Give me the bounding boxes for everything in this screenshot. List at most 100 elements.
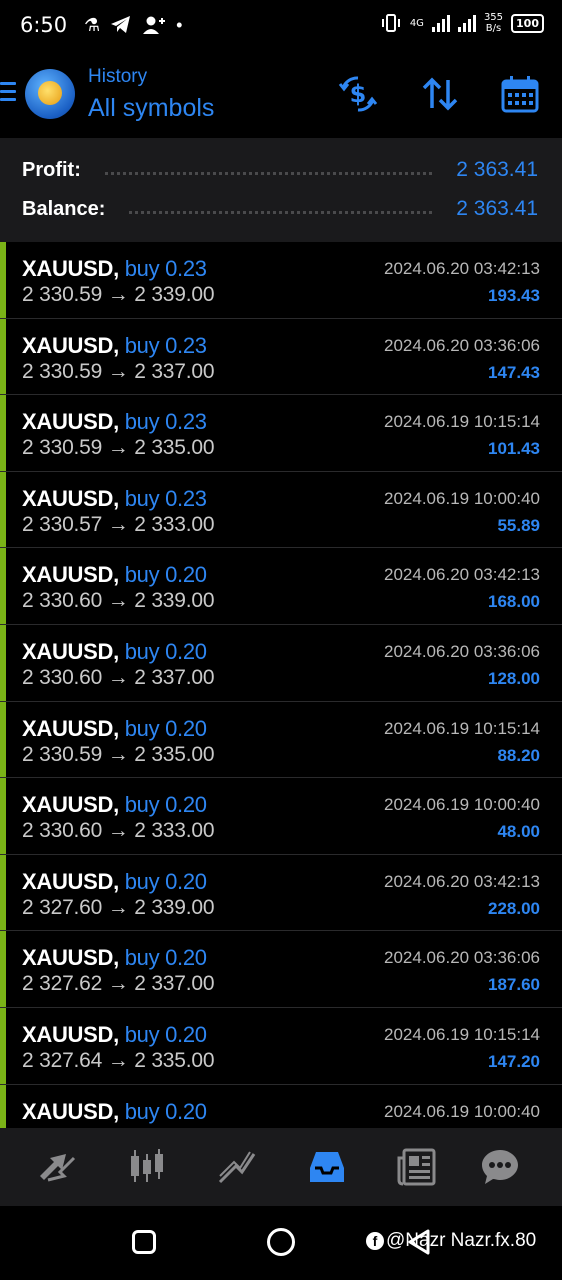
trade-symbol: XAUUSD, buy 0.23 xyxy=(22,333,207,359)
trade-symbol: XAUUSD, buy 0.20 xyxy=(22,1099,207,1125)
trade-datetime: 2024.06.19 10:00:40 xyxy=(384,488,540,508)
trade-row[interactable]: XAUUSD, buy 0.20 2 330.59 → 2 335.00 2024.… xyxy=(0,701,562,779)
app-logo xyxy=(25,69,75,119)
trade-symbol: XAUUSD, buy 0.20 xyxy=(22,792,207,818)
symbol-name: XAUUSD, xyxy=(22,332,119,358)
leader-dots xyxy=(104,165,433,175)
svg-text:$: $ xyxy=(350,80,367,108)
trade-symbol: XAUUSD, buy 0.20 xyxy=(22,945,207,971)
news-icon[interactable] xyxy=(395,1146,439,1188)
facebook-icon: f xyxy=(366,1232,384,1250)
symbol-name: XAUUSD, xyxy=(22,1021,119,1047)
battery-icon: 100 xyxy=(511,13,544,33)
telegram-icon xyxy=(111,16,131,33)
trade-symbol: XAUUSD, buy 0.23 xyxy=(22,409,207,435)
balance-label: Balance: xyxy=(22,197,106,220)
trade-prices: 2 330.60 → 2 333.00 xyxy=(22,819,215,843)
symbol-name: XAUUSD, xyxy=(22,485,119,511)
trade-profit: 187.60 xyxy=(488,975,540,995)
currency-exchange-icon[interactable]: $ xyxy=(338,74,378,114)
trade-profit: 48.00 xyxy=(497,822,540,842)
trade-symbol: XAUUSD, buy 0.20 xyxy=(22,869,207,895)
vibrate-icon xyxy=(381,14,400,32)
trade-row[interactable]: XAUUSD, buy 0.23 2 330.59 → 2 337.00 2024.… xyxy=(0,318,562,396)
watermark-text: @Nazr Nazr.fx.80 xyxy=(386,1230,537,1251)
trade-datetime: 2024.06.19 10:00:40 xyxy=(384,795,540,815)
signal-strength-icon xyxy=(431,14,450,32)
lab-flask-icon: ⚗ xyxy=(84,15,101,35)
symbol-name: XAUUSD, xyxy=(22,562,119,588)
buy-indicator-bar xyxy=(0,242,6,318)
symbol-name: XAUUSD, xyxy=(22,1098,119,1124)
trade-prices: 2 330.60 → 2 337.00 xyxy=(22,665,215,689)
trade-row[interactable]: XAUUSD, buy 0.23 2 330.59 → 2 339.00 2024.… xyxy=(0,242,562,319)
trade-row[interactable]: XAUUSD, buy 0.23 2 330.59 → 2 335.00 2024.… xyxy=(0,395,562,472)
calendar-icon[interactable] xyxy=(500,74,540,114)
balance-value: 2 363.41 xyxy=(456,197,538,220)
buy-indicator-bar xyxy=(0,854,6,931)
trade-row[interactable]: XAUUSD, buy 0.20 2024.06.19 10:00:40 xyxy=(0,1084,562,1128)
buy-indicator-bar xyxy=(0,701,6,778)
trade-icon[interactable] xyxy=(215,1146,259,1188)
trade-datetime: 2024.06.20 03:42:13 xyxy=(384,565,540,585)
buy-indicator-bar xyxy=(0,931,6,1007)
trade-symbol: XAUUSD, buy 0.20 xyxy=(22,1022,207,1048)
profit-row: Profit: 2 363.41 xyxy=(22,155,538,185)
trade-datetime: 2024.06.20 03:36:06 xyxy=(384,335,540,355)
trade-direction: buy 0.20 xyxy=(124,638,207,664)
trade-row[interactable]: XAUUSD, buy 0.20 2 327.60 → 2 339.00 2024.… xyxy=(0,854,562,932)
trade-profit: 128.00 xyxy=(488,668,540,688)
trade-row[interactable]: XAUUSD, buy 0.20 2 330.60 → 2 337.00 2024.… xyxy=(0,624,562,702)
trade-prices: 2 327.60 → 2 339.00 xyxy=(22,895,215,919)
trade-prices: 2 330.59 → 2 339.00 xyxy=(22,283,215,306)
trade-datetime: 2024.06.19 10:15:14 xyxy=(384,1024,540,1044)
trade-prices: 2 330.60 → 2 339.00 xyxy=(22,589,215,613)
home-button[interactable] xyxy=(267,1228,295,1256)
quotes-icon[interactable] xyxy=(35,1146,79,1188)
trade-direction: buy 0.20 xyxy=(124,792,207,818)
trade-profit: 147.20 xyxy=(488,1051,540,1071)
app-header: History All symbols $ xyxy=(0,52,562,138)
symbol-name: XAUUSD, xyxy=(22,256,119,281)
trade-direction: buy 0.23 xyxy=(124,485,207,511)
trade-direction: buy 0.23 xyxy=(124,409,207,435)
buy-indicator-bar xyxy=(0,318,6,395)
trade-direction: buy 0.20 xyxy=(124,868,207,894)
trade-row[interactable]: XAUUSD, buy 0.20 2 330.60 → 2 333.00 2024.… xyxy=(0,778,562,855)
trade-datetime: 2024.06.20 03:42:13 xyxy=(384,871,540,891)
trade-profit: 101.43 xyxy=(488,439,540,459)
trade-datetime: 2024.06.20 03:36:06 xyxy=(384,641,540,661)
buy-indicator-bar xyxy=(0,1007,6,1084)
page-title[interactable]: All symbols xyxy=(88,94,214,123)
bottom-navigation xyxy=(0,1128,562,1206)
buy-indicator-bar xyxy=(0,778,6,854)
trade-symbol: XAUUSD, buy 0.20 xyxy=(22,716,207,742)
trade-datetime: 2024.06.20 03:42:13 xyxy=(384,259,540,278)
trade-row[interactable]: XAUUSD, buy 0.20 2 330.60 → 2 339.00 2024.… xyxy=(0,548,562,625)
trade-direction: buy 0.23 xyxy=(124,256,207,281)
status-bar: 6:50 ⚗ • 4G 355 B/s 100 xyxy=(0,0,562,52)
profit-value: 2 363.41 xyxy=(456,158,538,181)
symbol-name: XAUUSD, xyxy=(22,409,119,435)
buy-indicator-bar xyxy=(0,1084,6,1128)
trade-datetime: 2024.06.20 03:36:06 xyxy=(384,948,540,968)
menu-icon[interactable] xyxy=(0,82,16,104)
trade-direction: buy 0.20 xyxy=(124,1098,207,1124)
notification-dot-icon: • xyxy=(176,15,183,35)
sort-icon[interactable] xyxy=(420,74,460,114)
trade-row[interactable]: XAUUSD, buy 0.23 2 330.57 → 2 333.00 2024.… xyxy=(0,471,562,549)
trade-prices: 2 327.62 → 2 337.00 xyxy=(22,972,215,996)
chart-icon[interactable] xyxy=(125,1146,169,1188)
balance-row: Balance: 2 363.41 xyxy=(22,194,538,224)
messages-icon[interactable] xyxy=(478,1146,522,1188)
trade-profit: 147.43 xyxy=(488,362,540,382)
recents-button[interactable] xyxy=(132,1230,156,1254)
account-summary: Profit: 2 363.41 Balance: 2 363.41 xyxy=(0,138,562,242)
history-icon[interactable] xyxy=(305,1146,349,1188)
trade-history-list[interactable]: XAUUSD, buy 0.23 2 330.59 → 2 339.00 2024.… xyxy=(0,242,562,1128)
signal-strength-2-icon xyxy=(457,14,476,32)
trade-row[interactable]: XAUUSD, buy 0.20 2 327.64 → 2 335.00 2024.… xyxy=(0,1007,562,1085)
trade-row[interactable]: XAUUSD, buy 0.20 2 327.62 → 2 337.00 2024.… xyxy=(0,931,562,1008)
add-user-icon xyxy=(143,16,166,34)
trade-prices: 2 330.59 → 2 335.00 xyxy=(22,742,215,766)
